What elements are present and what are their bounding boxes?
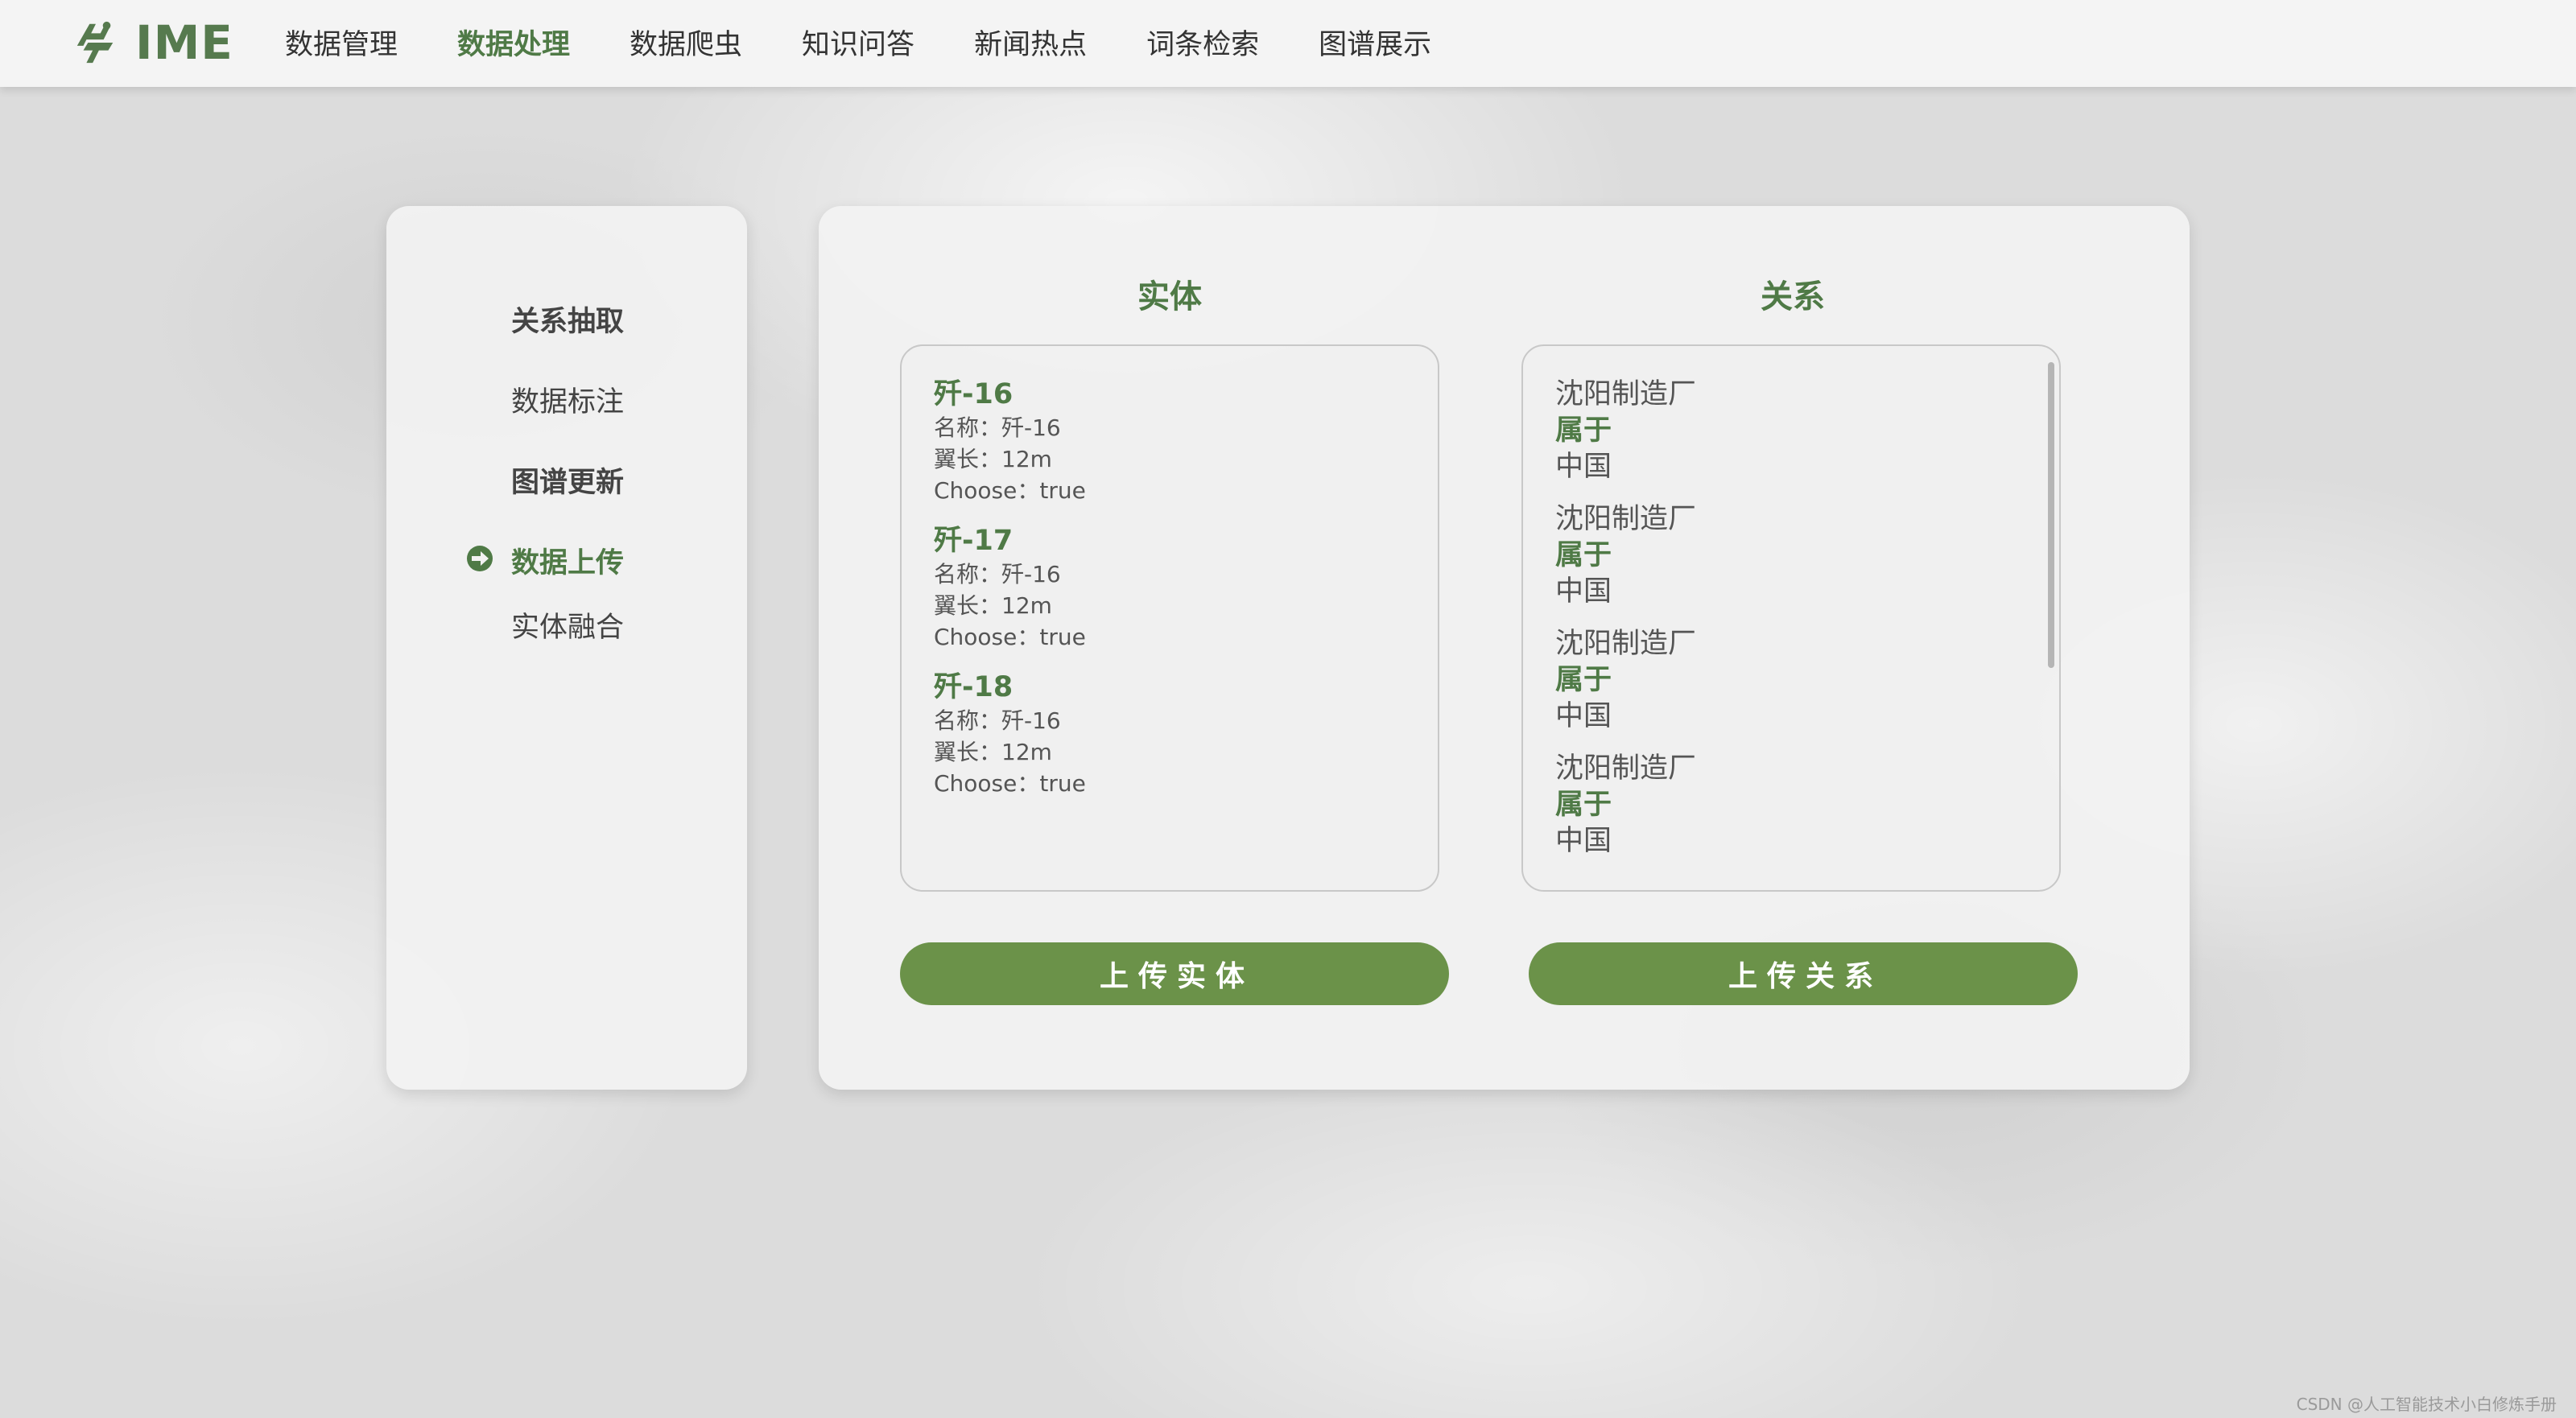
relation-predicate: 属于 [1555, 539, 1612, 571]
sidebar: 关系抽取 数据标注 图谱更新 数据上传 实体融合 [386, 206, 747, 1090]
entity-list[interactable]: 歼-16 名称：歼-16 翼长：12m Choose：true 歼-17 名称：… [900, 344, 1439, 892]
entity-attr: 名称：歼-16 [934, 707, 1061, 734]
arrow-right-icon [467, 546, 493, 571]
nav-item-knowledge-qa[interactable]: 知识问答 [802, 23, 914, 68]
relation-object: 中国 [1555, 825, 1612, 857]
list-item: 歼-18 名称：歼-16 翼长：12m Choose：true [934, 670, 1086, 799]
entity-attr: 翼长：12m [934, 592, 1052, 619]
list-item: 沈阳制造厂 属于 中国 [1555, 501, 1696, 610]
relation-predicate: 属于 [1555, 414, 1612, 447]
entity-attr: 翼长：12m [934, 446, 1052, 472]
ime-logo-icon [76, 21, 114, 64]
relation-list[interactable]: 沈阳制造厂 属于 中国 沈阳制造厂 属于 中国 沈阳制造厂 属于 中国 沈阳制造… [1521, 344, 2061, 892]
nav-item-term-search[interactable]: 词条检索 [1146, 23, 1259, 68]
entity-attr: 名称：歼-16 [934, 414, 1061, 441]
list-item: 沈阳制造厂 属于 中国 [1555, 626, 1696, 735]
entity-name: 歼-17 [934, 525, 1013, 557]
sidebar-item-entity-fusion[interactable]: 实体融合 [511, 604, 624, 645]
relation-predicate: 属于 [1555, 664, 1612, 696]
entity-attr: Choose：true [934, 624, 1086, 650]
brand-name: IME [135, 15, 233, 70]
nav-item-data-processing[interactable]: 数据处理 [457, 23, 570, 68]
top-navbar: IME 数据管理 数据处理 数据爬虫 知识问答 新闻热点 词条检索 图谱展示 [0, 0, 2576, 87]
entity-attr: Choose：true [934, 477, 1086, 504]
sidebar-item-graph-update[interactable]: 图谱更新 [511, 460, 624, 501]
relation-subject: 沈阳制造厂 [1555, 628, 1697, 660]
nav-item-data-management[interactable]: 数据管理 [285, 23, 398, 68]
relation-predicate: 属于 [1555, 789, 1612, 821]
main-nav: 数据管理 数据处理 数据爬虫 知识问答 新闻热点 词条检索 图谱展示 [285, 23, 1491, 68]
list-item: 歼-17 名称：歼-16 翼长：12m Choose：true [934, 523, 1086, 653]
brand-logo[interactable]: IME [72, 14, 233, 71]
nav-item-graph-display[interactable]: 图谱展示 [1319, 23, 1431, 68]
entity-column-title: 实体 [1137, 278, 1202, 315]
list-item: 沈阳制造厂 属于 中国 [1555, 751, 1696, 859]
entity-name: 歼-18 [934, 671, 1013, 703]
relation-object: 中国 [1555, 575, 1612, 608]
watermark: CSDN @人工智能技术小白修炼手册 [2296, 1395, 2557, 1414]
upload-entity-button[interactable]: 上传实体 [900, 942, 1449, 1005]
list-item: 沈阳制造厂 属于 中国 [1555, 377, 1696, 485]
relation-column-title: 关系 [1761, 278, 1825, 315]
entity-attr: 翼长：12m [934, 739, 1052, 765]
relation-subject: 沈阳制造厂 [1555, 503, 1697, 535]
sidebar-item-data-upload[interactable]: 数据上传 [511, 540, 624, 581]
sidebar-item-data-annotation[interactable]: 数据标注 [511, 379, 624, 420]
upload-relation-button[interactable]: 上传关系 [1529, 942, 2078, 1005]
entity-attr: Choose：true [934, 770, 1086, 797]
relation-object: 中国 [1555, 700, 1612, 732]
nav-item-news-hotspot[interactable]: 新闻热点 [974, 23, 1087, 68]
upload-panel: 实体 关系 歼-16 名称：歼-16 翼长：12m Choose：true 歼-… [819, 206, 2190, 1090]
relation-object: 中国 [1555, 451, 1612, 483]
relation-subject: 沈阳制造厂 [1555, 752, 1697, 785]
sidebar-item-relation-extraction[interactable]: 关系抽取 [511, 299, 624, 340]
list-item: 歼-16 名称：歼-16 翼长：12m Choose：true [934, 377, 1086, 506]
entity-name: 歼-16 [934, 378, 1013, 410]
entity-attr: 名称：歼-16 [934, 561, 1061, 587]
relation-list-scrollbar[interactable] [2048, 362, 2054, 668]
relation-subject: 沈阳制造厂 [1555, 378, 1697, 410]
nav-item-data-crawler[interactable]: 数据爬虫 [630, 23, 742, 68]
